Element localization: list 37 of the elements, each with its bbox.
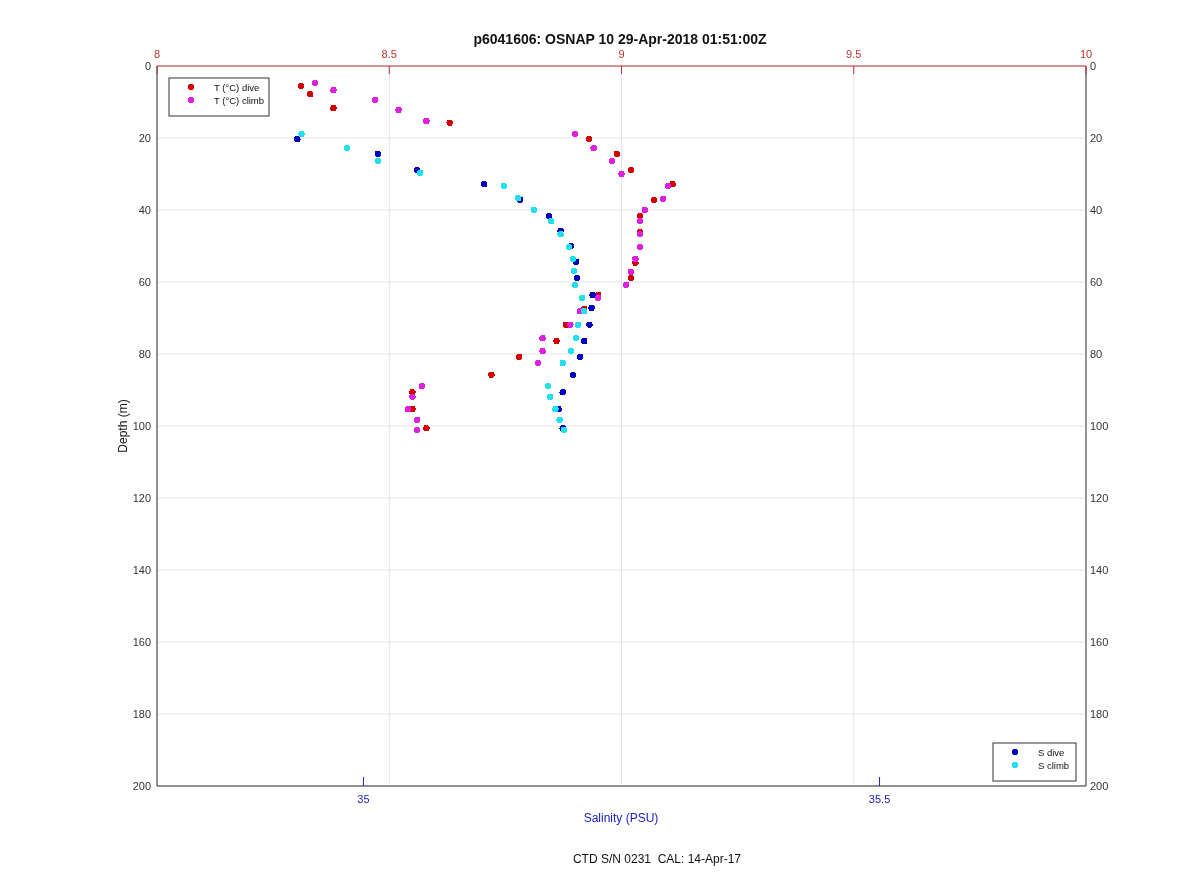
y-tick-label: 60: [138, 276, 151, 288]
x2-tick-label: 9.5: [846, 48, 862, 60]
y-tick-label: 40: [138, 204, 151, 216]
y-tick-label: 180: [1090, 708, 1109, 720]
x2-tick-label: 8.5: [381, 48, 397, 60]
y-tick-label: 40: [1090, 204, 1103, 216]
legend-label: T (°C) dive: [214, 82, 260, 93]
y-tick-label: 80: [138, 348, 151, 360]
y-tick-label: 160: [132, 636, 151, 648]
y-tick-label: 20: [138, 132, 151, 144]
y-tick-label: 160: [1090, 636, 1109, 648]
x2-tick-label: 8: [153, 48, 161, 60]
x-axis-label: Salinity (PSU): [583, 811, 659, 825]
x2-tick-label: 9: [618, 48, 625, 60]
y-tick-label: 100: [132, 420, 151, 432]
y-tick-label: 200: [132, 780, 151, 792]
y-axis-label: Depth (m): [116, 399, 130, 453]
x-tick-label: 35.5: [868, 793, 891, 805]
y-tick-label: 140: [1090, 564, 1109, 576]
footer-text: CTD S/N 0231 CAL: 14-Apr-17: [572, 852, 742, 866]
y-tick-label: 180: [132, 708, 151, 720]
y-tick-label: 0: [144, 60, 151, 72]
x2-tick-label: 10: [1079, 48, 1093, 60]
y-tick-label: 140: [132, 564, 151, 576]
legend-label: T (°C) climb: [214, 95, 265, 106]
y-tick-label: 60: [1090, 276, 1103, 288]
y-tick-label: 100: [1090, 420, 1109, 432]
y-tick-label: 0: [1090, 60, 1097, 72]
chart-title: p6041606: OSNAP 10 29-Apr-2018 01:51:00Z: [473, 31, 767, 47]
y-tick-label: 120: [1090, 492, 1109, 504]
y-tick-label: 20: [1090, 132, 1103, 144]
x-tick-label: 35: [357, 793, 370, 805]
y-tick-label: 80: [1090, 348, 1103, 360]
y-tick-label: 200: [1090, 780, 1109, 792]
y-tick-label: 120: [132, 492, 151, 504]
legend-label: S climb: [1038, 760, 1070, 771]
legend-label: S dive: [1038, 747, 1065, 758]
